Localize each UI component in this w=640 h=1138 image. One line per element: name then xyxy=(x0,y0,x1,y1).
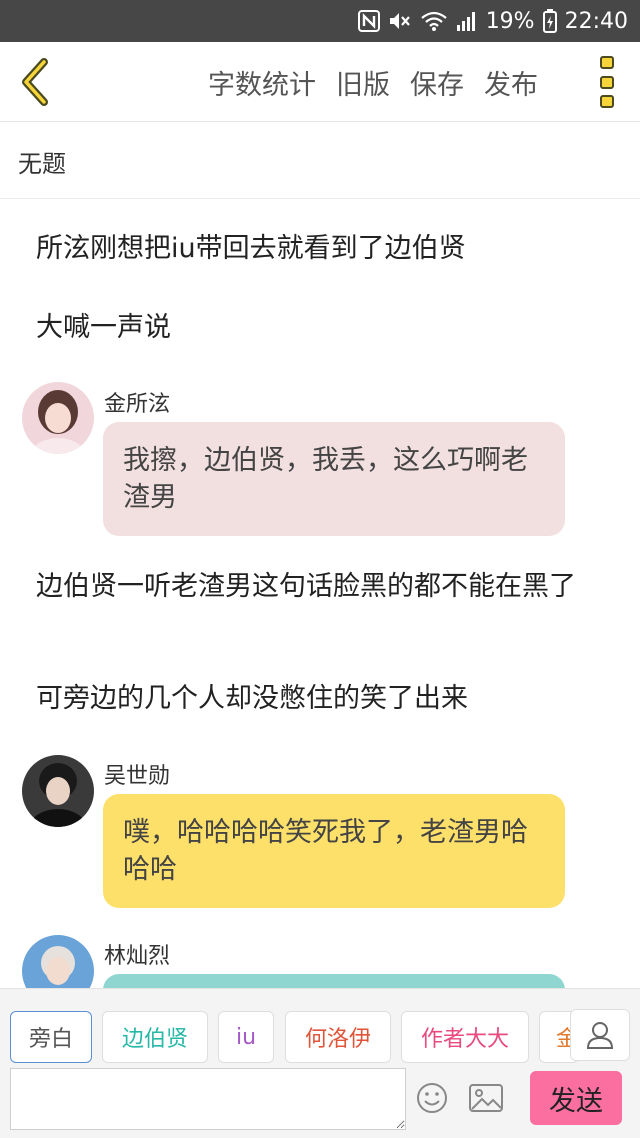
character-selector: 旁白 边伯贤 iu 何洛伊 作者大大 金 xyxy=(0,988,640,1066)
battery-icon xyxy=(542,9,557,33)
narration-line: 大喊一声说 xyxy=(36,312,171,343)
battery-percent: 19% xyxy=(485,8,535,34)
publish-button[interactable]: 发布 xyxy=(484,63,538,102)
character-chip[interactable]: 边伯贤 xyxy=(102,1011,208,1063)
nfc-icon xyxy=(357,10,380,32)
editor-toolbar: 字数统计 旧版 保存 发布 xyxy=(0,42,640,122)
character-chip[interactable]: 作者大大 xyxy=(401,1011,529,1063)
input-bar: 发送 xyxy=(0,1066,640,1138)
story-content[interactable]: 所泫刚想把iu带回去就看到了边伯贤 大喊一声说 金所泫 我擦，边伯贤，我丢，这么… xyxy=(0,200,640,988)
more-vertical-icon[interactable] xyxy=(596,56,618,108)
message-input[interactable] xyxy=(10,1068,406,1130)
speaker-name: 林灿烈 xyxy=(104,944,171,969)
speaker-name: 金所泫 xyxy=(104,392,171,417)
character-chip[interactable]: 何洛伊 xyxy=(285,1011,391,1063)
image-icon xyxy=(469,1084,503,1112)
avatar[interactable] xyxy=(22,935,94,988)
emoji-button[interactable] xyxy=(412,1078,452,1118)
status-icons: 19% 22:40 xyxy=(357,0,628,42)
old-version-button[interactable]: 旧版 xyxy=(336,63,390,102)
character-chip[interactable]: 旁白 xyxy=(10,1011,92,1063)
character-chip-label: 作者大大 xyxy=(420,1027,509,1052)
message-bubble[interactable] xyxy=(103,974,565,988)
manage-characters-button[interactable] xyxy=(570,1009,630,1061)
mute-icon xyxy=(388,10,412,32)
more-dot xyxy=(600,95,614,108)
story-title-row[interactable]: 无题 xyxy=(0,122,640,199)
story-title: 无题 xyxy=(18,150,66,178)
character-chip-label: 旁白 xyxy=(28,1027,73,1052)
status-bar: 19% 22:40 xyxy=(0,0,640,42)
character-chip[interactable]: iu xyxy=(218,1011,274,1063)
narration-line: 所泫刚想把iu带回去就看到了边伯贤 xyxy=(36,233,466,264)
image-button[interactable] xyxy=(464,1078,508,1118)
message-bubble[interactable]: 噗，哈哈哈哈笑死我了，老渣男哈哈哈 xyxy=(103,794,565,908)
character-chip-label: 边伯贤 xyxy=(121,1027,188,1052)
word-count-button[interactable]: 字数统计 xyxy=(208,63,316,102)
more-dot xyxy=(600,56,614,69)
emoji-icon xyxy=(417,1083,447,1113)
narration-line: 边伯贤一听老渣男这句话脸黑的都不能在黑了 xyxy=(36,571,576,602)
wifi-icon xyxy=(420,10,448,32)
chevron-left-icon xyxy=(22,58,48,106)
signal-icon xyxy=(456,10,478,32)
character-chip-label: 何洛伊 xyxy=(304,1027,371,1052)
message-bubble[interactable]: 我擦，边伯贤，我丢，这么巧啊老渣男 xyxy=(103,422,565,536)
speaker-name: 吴世勋 xyxy=(104,764,171,789)
toolbar-actions: 字数统计 旧版 保存 发布 xyxy=(208,42,558,122)
back-button[interactable] xyxy=(14,54,54,110)
send-button[interactable]: 发送 xyxy=(530,1071,622,1125)
narration-line: 可旁边的几个人却没憋住的笑了出来 xyxy=(36,683,468,714)
save-button[interactable]: 保存 xyxy=(410,63,464,102)
clock: 22:40 xyxy=(564,8,628,34)
avatar[interactable] xyxy=(22,382,94,454)
character-chip-label: iu xyxy=(235,1024,257,1050)
user-icon xyxy=(586,1022,614,1049)
more-dot xyxy=(600,75,614,89)
avatar[interactable] xyxy=(22,755,94,827)
